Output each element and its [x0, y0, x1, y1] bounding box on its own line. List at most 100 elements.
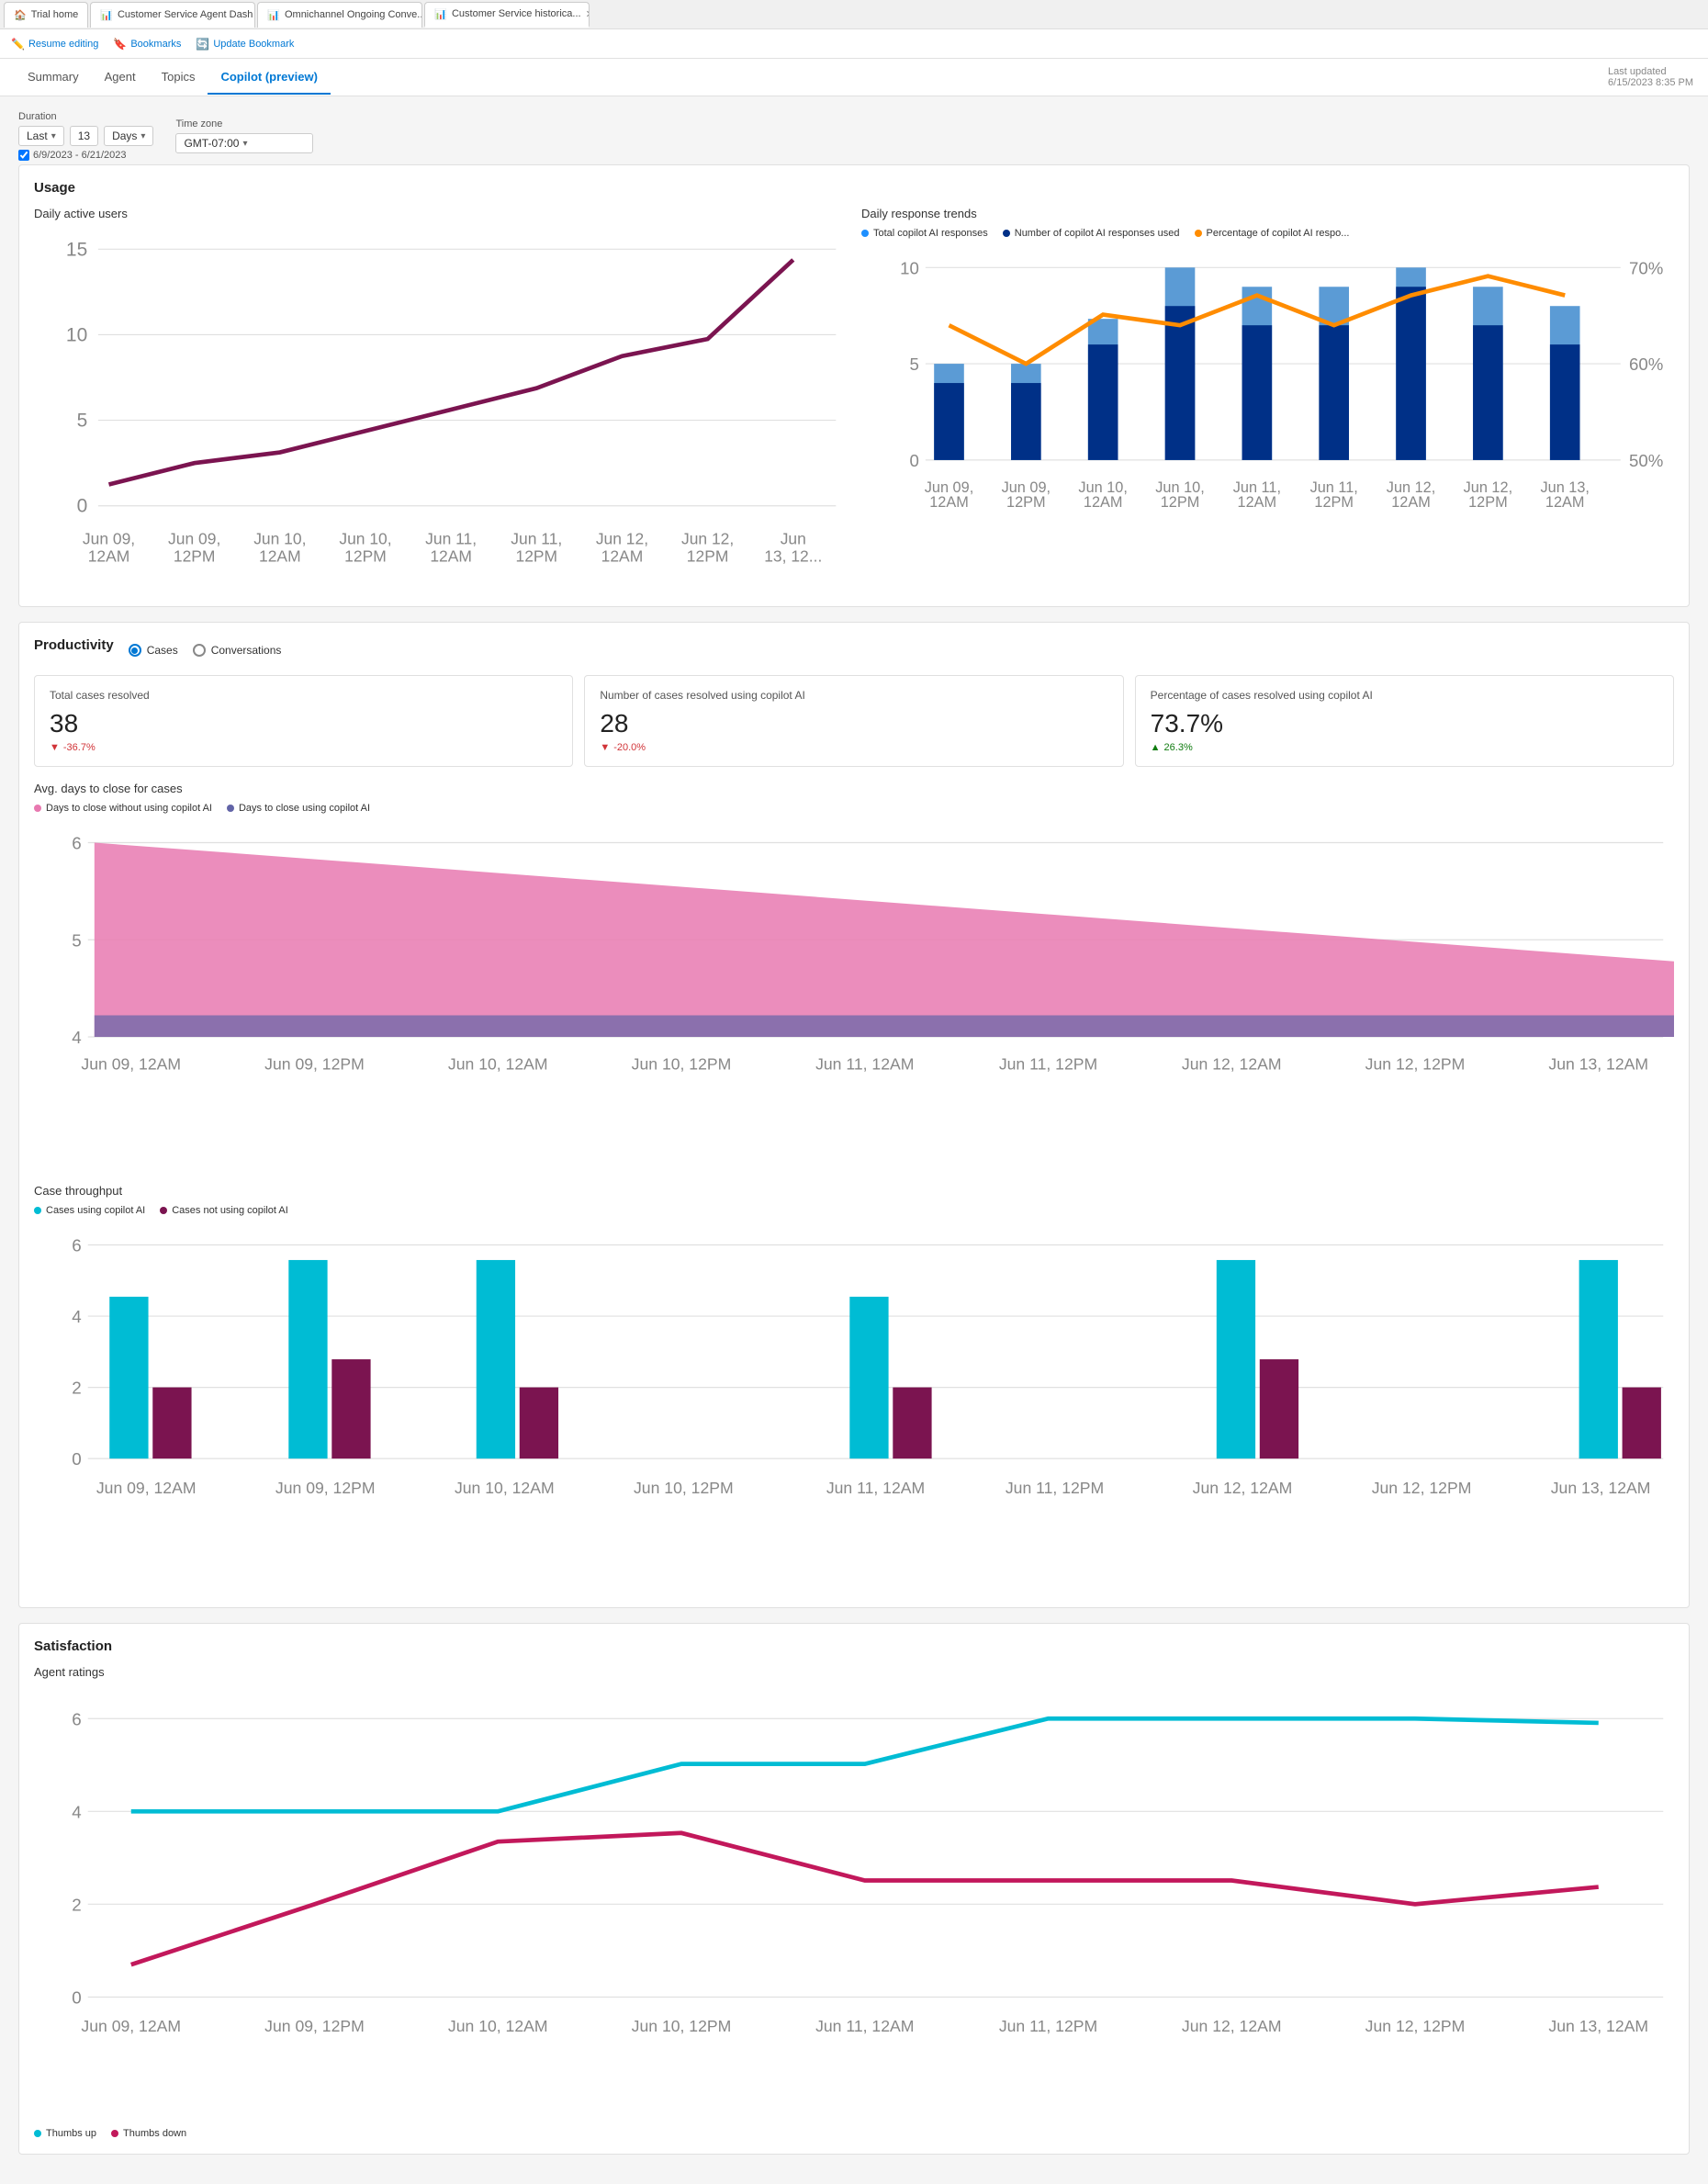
svg-text:12PM: 12PM	[174, 546, 216, 565]
timezone-select[interactable]: GMT-07:00 ▾	[175, 133, 313, 153]
svg-text:Jun 11, 12AM: Jun 11, 12AM	[815, 1054, 914, 1073]
case-throughput-legend: Cases using copilot AI Cases not using c…	[34, 1205, 1674, 1216]
metric-copilot-cases-change: ▼ -20.0%	[600, 742, 1107, 753]
radio-conversations[interactable]: Conversations	[193, 644, 282, 657]
case-throughput-title: Case throughput	[34, 1184, 1674, 1198]
metric-cards: Total cases resolved 38 ▼ -36.7% Number …	[34, 675, 1674, 767]
usage-charts: Daily active users 15 10 5 0	[34, 207, 1674, 591]
svg-text:12AM: 12AM	[601, 546, 644, 565]
metric-total-cases-change: ▼ -36.7%	[50, 742, 557, 753]
duration-inputs: Last ▾ 13 Days ▾	[18, 126, 153, 146]
svg-text:Jun 11, 12PM: Jun 11, 12PM	[999, 2017, 1097, 2035]
timezone-value: GMT-07:00	[184, 137, 239, 150]
duration-period-select[interactable]: Last ▾	[18, 126, 64, 146]
daily-response-trends-chart: Daily response trends Total copilot AI r…	[861, 207, 1674, 591]
svg-text:Jun 10,: Jun 10,	[339, 530, 391, 548]
dau-svg: 15 10 5 0 Jun 09, 12AM Jun 09, 12PM Jun …	[34, 228, 847, 570]
satisfaction-legend: Thumbs up Thumbs down	[34, 2128, 1674, 2139]
tab-summary-label: Summary	[28, 70, 79, 84]
radio-cases[interactable]: Cases	[129, 644, 178, 657]
svg-text:Jun 10, 12AM: Jun 10, 12AM	[448, 2017, 548, 2035]
svg-text:Jun 10, 12AM: Jun 10, 12AM	[455, 1478, 555, 1496]
tab-omni-label: Omnichannel Ongoing Conve...	[285, 9, 422, 20]
edit-icon: ✏️	[11, 38, 25, 51]
duration-value-input[interactable]: 13	[70, 126, 98, 146]
bookmarks-button[interactable]: 🔖 Bookmarks	[113, 38, 181, 51]
svg-text:2: 2	[72, 1378, 81, 1397]
case-throughput-chart: Case throughput Cases using copilot AI C…	[34, 1184, 1674, 1593]
last-updated-value: 6/15/2023 8:35 PM	[1608, 77, 1693, 88]
svg-text:Jun 09,: Jun 09,	[168, 530, 220, 548]
legend-pct: Percentage of copilot AI respo...	[1195, 228, 1350, 239]
date-range-value: 6/9/2023 - 6/21/2023	[33, 150, 127, 161]
tab-omni-icon: 📊	[267, 9, 280, 21]
avg-days-chart: Avg. days to close for cases Days to clo…	[34, 782, 1674, 1169]
svg-text:5: 5	[77, 411, 88, 432]
svg-text:12PM: 12PM	[1314, 494, 1354, 511]
productivity-title: Productivity	[34, 637, 114, 653]
svg-text:4: 4	[72, 1802, 81, 1821]
metric-copilot-cases-pct: -20.0%	[613, 742, 646, 753]
tab-topics[interactable]: Topics	[149, 61, 208, 95]
duration-unit-select[interactable]: Days ▾	[104, 126, 153, 146]
period-value: 13	[78, 129, 90, 142]
svg-text:Jun 13, 12AM: Jun 13, 12AM	[1548, 2017, 1648, 2035]
legend-pct-dot	[1195, 230, 1202, 237]
app: Summary Agent Topics Copilot (preview) L…	[0, 59, 1708, 2184]
tab-hist-label: Customer Service historica...	[452, 8, 581, 19]
tab-summary[interactable]: Summary	[15, 61, 92, 95]
resume-editing-button[interactable]: ✏️ Resume editing	[11, 38, 98, 51]
avg-days-svg: 6 5 4 Jun 09, 12AM Jun 09, 12PM Jun 10, …	[34, 821, 1674, 1166]
tab-copilot[interactable]: Copilot (preview)	[208, 61, 330, 95]
tab-trial-home[interactable]: 🏠 Trial home	[4, 2, 88, 28]
productivity-section: Productivity Cases Conversations Total c…	[18, 622, 1690, 1609]
legend-thumbs-up: Thumbs up	[34, 2128, 96, 2139]
tab-agent[interactable]: Agent	[92, 61, 149, 95]
svg-text:Jun 10, 12PM: Jun 10, 12PM	[632, 2017, 732, 2035]
tab-close-icon[interactable]: ✕	[586, 8, 590, 20]
tab-historical[interactable]: 📊 Customer Service historica... ✕	[424, 2, 590, 28]
legend-used-dot	[1003, 230, 1010, 237]
svg-text:Jun 13, 12AM: Jun 13, 12AM	[1548, 1054, 1648, 1073]
unit-chevron: ▾	[140, 131, 145, 141]
svg-text:0: 0	[72, 1988, 81, 2008]
svg-text:5: 5	[910, 355, 919, 374]
legend-pct-label: Percentage of copilot AI respo...	[1207, 228, 1350, 239]
svg-text:12PM: 12PM	[687, 546, 729, 565]
metric-pct-copilot-pct: 26.3%	[1164, 742, 1193, 753]
update-bookmark-button[interactable]: 🔄 Update Bookmark	[196, 38, 294, 51]
date-range-checkbox[interactable]	[18, 150, 29, 161]
thumbs-down-label: Thumbs down	[123, 2128, 186, 2139]
svg-text:70%: 70%	[1629, 258, 1663, 277]
svg-text:Jun 12, 12AM: Jun 12, 12AM	[1182, 2017, 1282, 2035]
svg-text:Jun 10,: Jun 10,	[253, 530, 306, 548]
timezone-chevron: ▾	[242, 139, 247, 149]
tab-omnichannel[interactable]: 📊 Omnichannel Ongoing Conve...	[257, 2, 422, 28]
tab-trial-home-label: Trial home	[31, 9, 79, 20]
agent-ratings-title: Agent ratings	[34, 1665, 1674, 1679]
metric-total-cases-pct: -36.7%	[63, 742, 96, 753]
svg-text:12AM: 12AM	[430, 546, 472, 565]
satisfaction-section: Satisfaction Agent ratings 6 4 2 0	[18, 1623, 1690, 2155]
svg-text:12AM: 12AM	[88, 546, 130, 565]
svg-text:50%: 50%	[1629, 451, 1663, 470]
legend-with-copilot-label: Days to close using copilot AI	[239, 803, 370, 814]
toolbar: ✏️ Resume editing 🔖 Bookmarks 🔄 Update B…	[0, 29, 1708, 59]
tab-csa-icon: 📊	[100, 9, 113, 21]
svg-text:Jun 09, 12PM: Jun 09, 12PM	[264, 2017, 365, 2035]
legend-without-copilot-dot	[34, 805, 41, 812]
duration-label: Duration	[18, 111, 153, 122]
timezone-label: Time zone	[175, 118, 313, 129]
metric-pct-copilot: Percentage of cases resolved using copil…	[1135, 675, 1674, 767]
svg-text:13, 12...: 13, 12...	[764, 546, 822, 565]
legend-with-copilot-dot	[227, 805, 234, 812]
duration-filter: Duration Last ▾ 13 Days ▾	[18, 111, 153, 161]
svg-text:6: 6	[72, 1709, 81, 1728]
legend-using-copilot: Cases using copilot AI	[34, 1205, 145, 1216]
radio-cases-circle	[129, 644, 141, 657]
svg-text:Jun 11, 12AM: Jun 11, 12AM	[815, 2017, 914, 2035]
svg-text:Jun 10, 12PM: Jun 10, 12PM	[632, 1054, 732, 1073]
svg-text:Jun 11, 12PM: Jun 11, 12PM	[999, 1054, 1097, 1073]
svg-text:4: 4	[72, 1028, 81, 1047]
tab-csa-dash[interactable]: 📊 Customer Service Agent Dash ...	[90, 2, 255, 28]
